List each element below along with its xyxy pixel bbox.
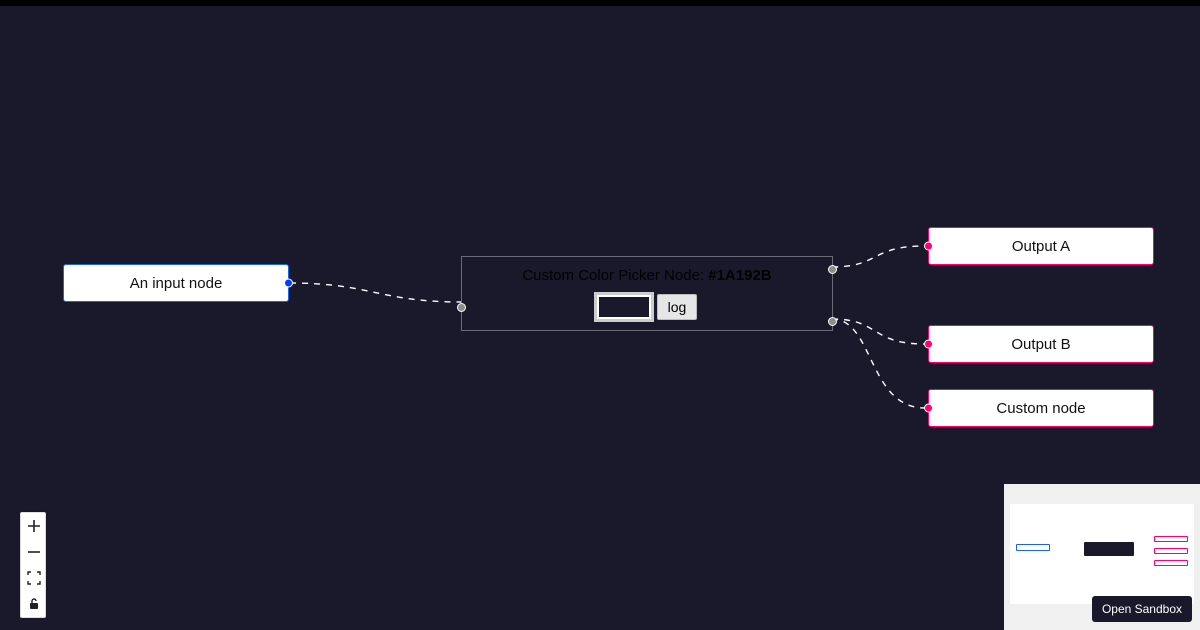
minimap-node-center xyxy=(1084,542,1134,556)
lock-open-icon xyxy=(27,597,41,611)
node-output-a[interactable]: Output A xyxy=(928,227,1154,265)
color-picker-title-prefix: Custom Color Picker Node: xyxy=(522,267,708,284)
minimap-node-input xyxy=(1016,544,1050,551)
node-output-b[interactable]: Output B xyxy=(928,325,1154,363)
color-picker-title: Custom Color Picker Node: #1A192B xyxy=(480,267,814,284)
handle-source-right-a[interactable] xyxy=(828,265,837,274)
node-output-b-label: Output B xyxy=(1011,336,1070,353)
minimap-node-out-a xyxy=(1154,536,1188,542)
handle-target[interactable] xyxy=(924,242,933,251)
handle-source-right-b[interactable] xyxy=(828,317,837,326)
open-sandbox-button[interactable]: Open Sandbox xyxy=(1092,596,1192,622)
color-picker-hex: #1A192B xyxy=(708,267,771,284)
plus-icon xyxy=(27,519,41,533)
minus-icon xyxy=(27,545,41,559)
lock-toggle-button[interactable] xyxy=(21,591,47,617)
log-button[interactable]: log xyxy=(657,294,698,320)
handle-source[interactable] xyxy=(284,279,293,288)
handle-target-left[interactable] xyxy=(457,303,466,312)
node-output-a-label: Output A xyxy=(1012,238,1070,255)
zoom-out-button[interactable] xyxy=(21,539,47,565)
minimap[interactable]: Open Sandbox xyxy=(1004,484,1200,630)
minimap-node-out-b xyxy=(1154,548,1188,554)
color-swatch-input[interactable] xyxy=(597,295,651,319)
flow-canvas[interactable]: An input node Custom Color Picker Node: … xyxy=(0,6,1200,630)
fit-view-button[interactable] xyxy=(21,565,47,591)
fit-icon xyxy=(27,571,41,585)
node-output-custom-label: Custom node xyxy=(996,400,1085,417)
minimap-viewport xyxy=(1010,504,1194,604)
node-color-picker[interactable]: Custom Color Picker Node: #1A192B log xyxy=(461,256,833,331)
minimap-node-out-c xyxy=(1154,560,1188,566)
handle-target[interactable] xyxy=(924,340,933,349)
node-input-label: An input node xyxy=(130,275,223,292)
controls-panel xyxy=(20,512,46,618)
node-input[interactable]: An input node xyxy=(63,264,289,302)
node-output-custom[interactable]: Custom node xyxy=(928,389,1154,427)
handle-target[interactable] xyxy=(924,404,933,413)
zoom-in-button[interactable] xyxy=(21,513,47,539)
